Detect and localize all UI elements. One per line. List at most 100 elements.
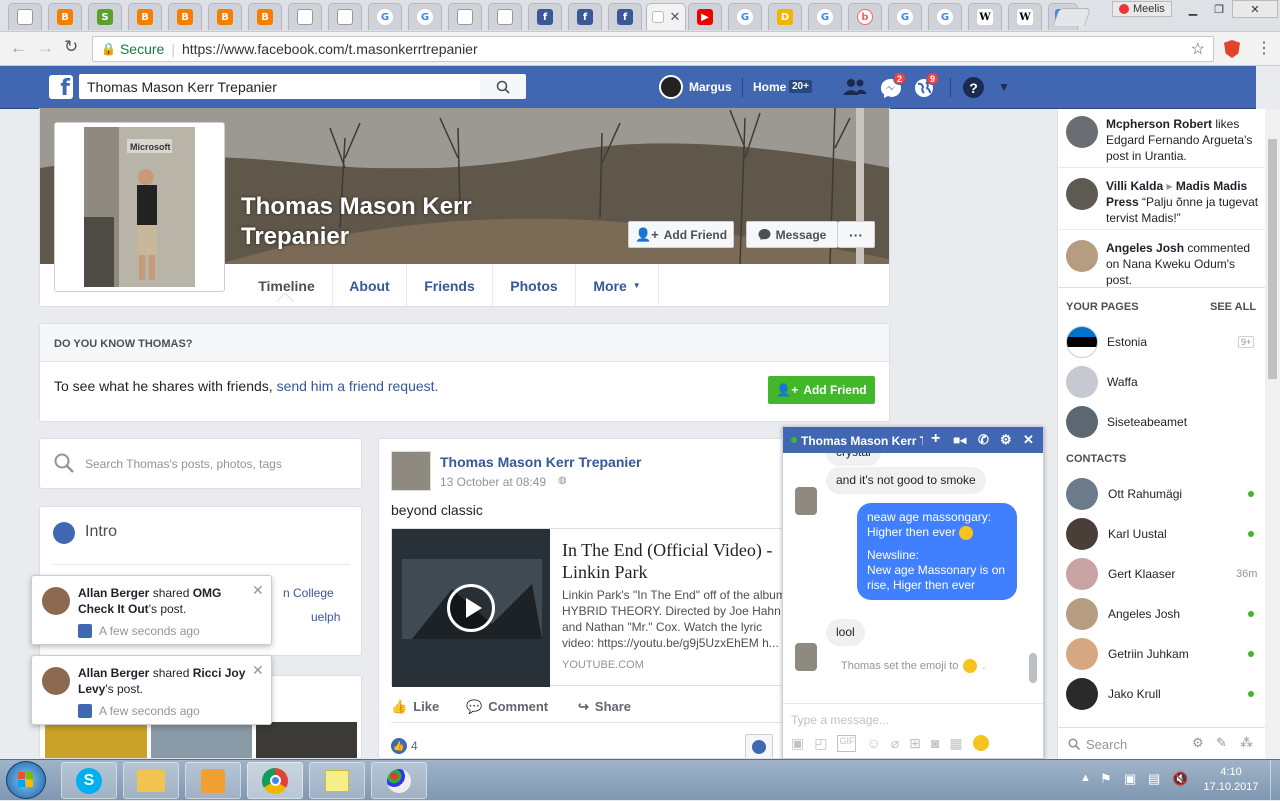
minimize-button[interactable]: ▁ bbox=[1180, 0, 1206, 18]
browser-tab[interactable]: B bbox=[128, 3, 162, 30]
author-avatar[interactable] bbox=[391, 451, 431, 491]
contact-item[interactable]: Getriin Juhkam bbox=[1066, 638, 1264, 670]
contact-item[interactable]: Gert Klaaser 36m bbox=[1066, 558, 1264, 590]
user-name-link[interactable]: Margus bbox=[689, 80, 732, 94]
browser-tab[interactable]: W bbox=[968, 3, 1002, 30]
chat-input[interactable]: Type a message... bbox=[791, 713, 889, 727]
comment-button[interactable]: 💬 Comment bbox=[466, 699, 578, 715]
browser-tab-active[interactable]: ✕ bbox=[646, 3, 686, 30]
browser-tab[interactable]: B bbox=[168, 3, 202, 30]
taskbar-sticky-notes[interactable] bbox=[309, 762, 365, 799]
reload-icon[interactable]: ↻ bbox=[64, 37, 78, 57]
browser-tab[interactable]: ▶ bbox=[688, 3, 722, 30]
contact-item[interactable]: Angeles Josh bbox=[1066, 598, 1264, 630]
ticker-avatar[interactable] bbox=[1066, 178, 1098, 210]
taskbar-skype[interactable]: S bbox=[61, 762, 117, 799]
sticker-icon[interactable]: ◰ bbox=[814, 735, 827, 752]
user-avatar[interactable] bbox=[659, 75, 683, 99]
ticker-item[interactable]: Angeles Josh commented on Nana Kweku Odu… bbox=[1106, 240, 1261, 288]
photo-thumb[interactable] bbox=[45, 722, 147, 758]
video-call-icon[interactable]: ■◂ bbox=[953, 433, 966, 447]
volume-muted-icon[interactable]: 🔇 bbox=[1172, 771, 1188, 787]
photo-thumb[interactable] bbox=[256, 722, 357, 758]
close-icon[interactable]: ✕ bbox=[252, 662, 264, 679]
browser-tab[interactable]: G bbox=[888, 3, 922, 30]
tab-about[interactable]: About bbox=[333, 264, 407, 306]
ticker-avatar[interactable] bbox=[1066, 116, 1098, 148]
gear-icon[interactable]: ⚙ bbox=[1192, 735, 1204, 751]
add-friend-button[interactable]: 👤+ Add Friend bbox=[628, 221, 734, 248]
chevron-down-icon[interactable]: ▼ bbox=[998, 80, 1010, 94]
contact-item[interactable]: Jako Krull bbox=[1066, 678, 1264, 710]
browser-tab[interactable]: S bbox=[88, 3, 122, 30]
browser-tab[interactable]: f bbox=[568, 3, 602, 30]
restore-button[interactable]: ❐ bbox=[1206, 0, 1232, 18]
game-icon[interactable]: ⊞ bbox=[909, 735, 921, 752]
gear-icon[interactable]: ⚙ bbox=[1000, 432, 1012, 448]
chat-header[interactable]: Thomas Mason Kerr T + ■◂ ✆ ⚙ ✕ bbox=[783, 427, 1043, 453]
fb-search-input[interactable]: Thomas Mason Kerr Trepanier bbox=[79, 74, 524, 99]
tab-photos[interactable]: Photos bbox=[493, 264, 576, 306]
bookmark-star-icon[interactable]: ☆ bbox=[1191, 39, 1205, 59]
attach-icon[interactable]: ⌀ bbox=[891, 735, 899, 752]
link-preview[interactable]: In The End (Official Video) - Linkin Par… bbox=[391, 528, 797, 687]
close-icon[interactable]: ✕ bbox=[1023, 432, 1034, 448]
group-icon[interactable]: ⁂ bbox=[1240, 735, 1253, 751]
tab-close-icon[interactable]: ✕ bbox=[670, 9, 681, 25]
profile-switcher[interactable]: Meelis bbox=[1112, 1, 1172, 17]
browser-tab[interactable]: f bbox=[528, 3, 562, 30]
intro-education-link[interactable]: n College bbox=[283, 586, 334, 600]
reactions-summary[interactable]: 👍 4 bbox=[391, 738, 418, 754]
scrollbar-thumb[interactable] bbox=[1268, 139, 1277, 379]
tray-arrow-icon[interactable]: ▲ bbox=[1080, 772, 1091, 784]
audience-selector[interactable] bbox=[745, 734, 773, 758]
taskbar-chrome[interactable] bbox=[247, 762, 303, 799]
ticker-avatar[interactable] bbox=[1066, 240, 1098, 272]
browser-tab[interactable]: G bbox=[368, 3, 402, 30]
quick-emoji-icon[interactable] bbox=[972, 735, 989, 751]
phone-icon[interactable]: ✆ bbox=[978, 432, 989, 448]
camera-icon[interactable]: ◙ bbox=[931, 735, 939, 752]
show-desktop-button[interactable] bbox=[1270, 760, 1280, 800]
gif-icon[interactable]: GIF bbox=[837, 735, 857, 752]
post-timestamp[interactable]: 13 October at 08:49 bbox=[440, 475, 546, 489]
start-button[interactable] bbox=[6, 761, 46, 799]
chat-title[interactable]: Thomas Mason Kerr T bbox=[801, 434, 923, 448]
browser-tab[interactable] bbox=[288, 3, 322, 30]
browser-tab[interactable]: B bbox=[208, 3, 242, 30]
profile-picture[interactable]: Microsoft bbox=[54, 122, 225, 292]
see-all-link[interactable]: SEE ALL bbox=[1210, 301, 1256, 313]
facebook-logo-icon[interactable]: f bbox=[49, 75, 73, 100]
browser-tab[interactable] bbox=[8, 3, 42, 30]
contacts-search[interactable]: Search ⚙ ✎ ⁂ bbox=[1058, 727, 1265, 759]
fb-search-button[interactable] bbox=[480, 74, 526, 99]
browser-tab[interactable]: B bbox=[248, 3, 282, 30]
address-bar[interactable]: 🔒 Secure | https://www.facebook.com/t.ma… bbox=[92, 36, 1214, 62]
notification-toast[interactable]: Allan Berger shared Ricci Joy Levy's pos… bbox=[31, 655, 272, 725]
photo-icon[interactable]: ▣ bbox=[791, 735, 804, 752]
back-icon[interactable]: ← bbox=[10, 38, 27, 58]
close-icon[interactable]: ✕ bbox=[252, 582, 264, 599]
message-button[interactable]: Message bbox=[746, 221, 838, 248]
like-button[interactable]: 👍 Like bbox=[391, 699, 466, 715]
share-button[interactable]: ↪ Share bbox=[578, 699, 631, 715]
tab-friends[interactable]: Friends bbox=[407, 264, 493, 306]
new-tab-button[interactable] bbox=[1052, 8, 1092, 26]
page-item-siseteabeamet[interactable]: Siseteabeamet bbox=[1066, 406, 1256, 438]
search-posts-box[interactable]: Search Thomas's posts, photos, tags bbox=[39, 438, 362, 489]
menu-icon[interactable]: ⋮ bbox=[1256, 38, 1272, 58]
add-people-icon[interactable]: + bbox=[931, 430, 940, 448]
browser-tab[interactable]: D bbox=[768, 3, 802, 30]
notification-toast[interactable]: Allan Berger shared OMG Check It Out's p… bbox=[31, 575, 272, 645]
clock[interactable]: 4:10 17.10.2017 bbox=[1196, 765, 1266, 795]
ticker-item[interactable]: Villi Kalda ▸ Madis Madis Press “Palju õ… bbox=[1106, 178, 1261, 226]
browser-tab[interactable]: G bbox=[808, 3, 842, 30]
taskbar-explorer[interactable] bbox=[123, 762, 179, 799]
browser-tab[interactable]: G bbox=[928, 3, 962, 30]
send-request-link[interactable]: send him a friend request. bbox=[277, 378, 439, 394]
browser-tab[interactable]: W bbox=[1008, 3, 1042, 30]
page-scrollbar[interactable] bbox=[1265, 109, 1280, 759]
device-icon[interactable]: ▣ bbox=[1124, 771, 1136, 787]
browser-tab[interactable]: b bbox=[848, 3, 882, 30]
calendar-icon[interactable]: ▦ bbox=[949, 735, 962, 752]
